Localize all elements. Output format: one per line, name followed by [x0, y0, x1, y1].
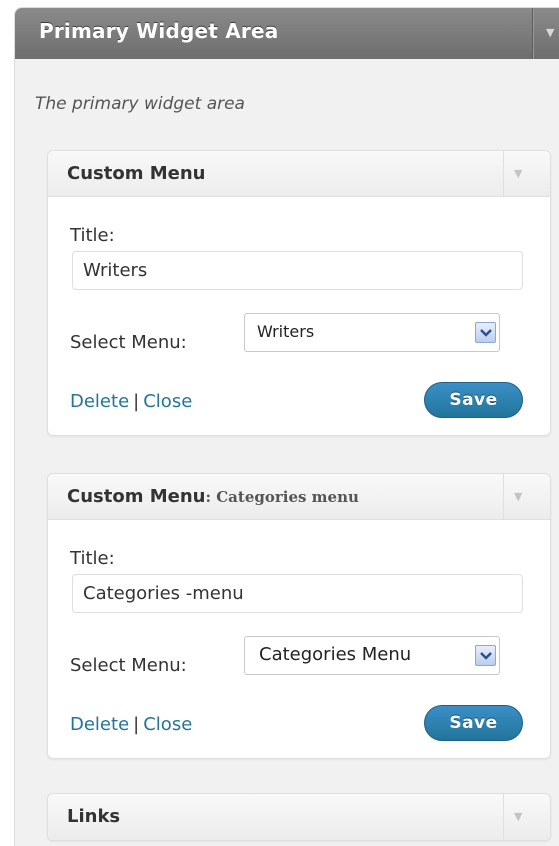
- title-label: Title:: [70, 225, 115, 246]
- header-divider: [503, 474, 504, 520]
- title-label: Title:: [70, 548, 115, 569]
- triangle-down-icon[interactable]: ▼: [546, 26, 554, 39]
- widget-area-description: The primary widget area: [35, 94, 245, 114]
- save-button[interactable]: Save: [424, 382, 523, 418]
- menu-select[interactable]: Writers: [244, 313, 500, 352]
- menu-select[interactable]: Categories Menu: [244, 636, 500, 675]
- widget-title: Links: [67, 806, 120, 827]
- menu-select-value: Writers: [257, 322, 315, 341]
- primary-widget-area: Primary Widget Area ▼ The primary widget…: [14, 7, 559, 846]
- save-button[interactable]: Save: [424, 705, 523, 741]
- chevron-down-icon[interactable]: [475, 645, 496, 666]
- triangle-down-icon[interactable]: ▼: [514, 167, 522, 180]
- chevron-down-icon[interactable]: [475, 322, 496, 343]
- widget-header[interactable]: Links ▼: [48, 794, 550, 840]
- widget-area-title: Primary Widget Area: [39, 19, 279, 43]
- widget-links: Links ▼: [47, 793, 551, 841]
- select-menu-label: Select Menu:: [70, 332, 187, 353]
- widget-title: Custom Menu: [67, 163, 205, 184]
- select-menu-label: Select Menu:: [70, 655, 187, 676]
- action-separator: |: [133, 714, 140, 735]
- title-input[interactable]: [72, 574, 523, 613]
- widget-custom-menu-2: Custom Menu: Categories menu ▼ Title: Se…: [47, 473, 551, 759]
- widget-title-text: Custom Menu: [67, 486, 206, 507]
- action-separator: |: [133, 391, 140, 412]
- widget-subtitle: : Categories menu: [205, 488, 359, 506]
- close-link[interactable]: Close: [143, 391, 192, 412]
- delete-link[interactable]: Delete: [70, 714, 129, 735]
- widget-title: Custom Menu: Categories menu: [67, 486, 359, 507]
- title-input[interactable]: [72, 251, 523, 290]
- widget-title-text: Custom Menu: [67, 163, 206, 184]
- header-divider: [503, 794, 504, 840]
- widget-header[interactable]: Custom Menu ▼: [48, 151, 550, 197]
- triangle-down-icon[interactable]: ▼: [514, 490, 522, 503]
- triangle-down-icon[interactable]: ▼: [514, 810, 522, 823]
- widget-custom-menu-1: Custom Menu ▼ Title: Select Menu: Writer…: [47, 150, 551, 436]
- close-link[interactable]: Close: [143, 714, 192, 735]
- widget-title-text: Links: [67, 806, 121, 827]
- header-divider: [503, 151, 504, 197]
- menu-select-value: Categories Menu: [259, 644, 412, 665]
- header-divider: [532, 8, 533, 59]
- widget-area-header[interactable]: Primary Widget Area ▼: [15, 8, 559, 59]
- widget-actions: Delete | Close: [70, 714, 192, 735]
- widget-header[interactable]: Custom Menu: Categories menu ▼: [48, 474, 550, 520]
- widget-actions: Delete | Close: [70, 391, 192, 412]
- delete-link[interactable]: Delete: [70, 391, 129, 412]
